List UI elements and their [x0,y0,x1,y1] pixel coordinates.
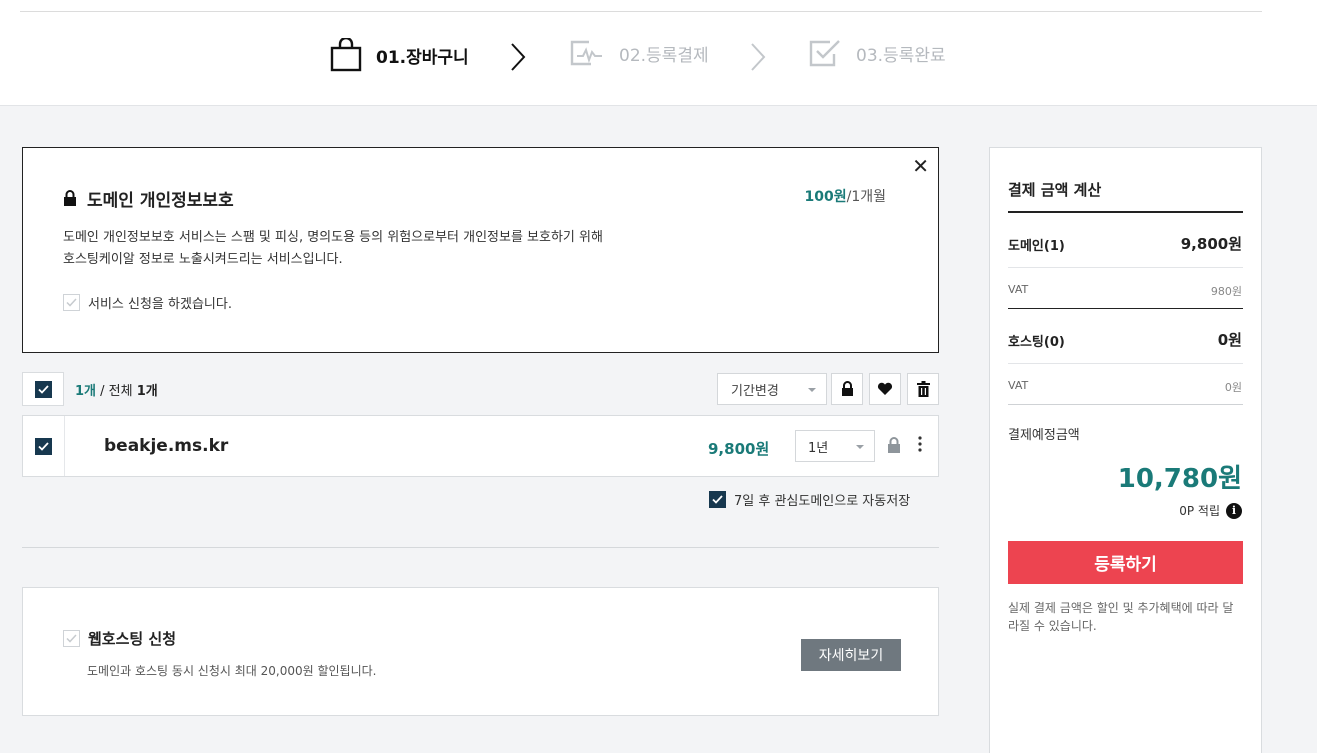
shopping-bag-icon [330,38,362,72]
step-payment: 02.등록결제 [569,38,709,68]
info-icon[interactable]: i [1226,502,1242,519]
section-divider [22,547,939,548]
chevron-down-icon [808,388,816,392]
privacy-title-text: 도메인 개인정보보호 [87,191,234,211]
chevron-right-icon [511,43,526,71]
total-count: 1개 [136,384,158,399]
lock-icon [841,381,853,396]
privacy-price-unit: /1개월 [846,189,886,205]
register-button[interactable]: 등록하기 [1008,541,1243,584]
chevron-right-icon [751,43,766,71]
points-earned: 0P 적립 i [1179,502,1242,519]
privacy-apply-checkbox[interactable]: 서비스 신청을 하겠습니다. [63,293,232,312]
hosting-value: 0원 [1217,331,1242,349]
payment-summary: 결제 금액 계산 도메인(1) 9,800원 VAT 980원 호스팅(0) 0… [989,147,1262,753]
privacy-desc-line1: 도메인 개인정보보호 서비스는 스팸 및 피싱, 명의도용 등의 위험으로부터 … [63,230,603,245]
favorite-button[interactable] [869,373,901,405]
payment-card-icon [570,40,602,66]
domain-name: beakje.ms.kr [104,436,229,456]
total-value: 10,780원 [1117,464,1242,494]
period-select[interactable]: 1년 [795,430,875,462]
step-cart: 01.장바구니 [330,38,469,72]
select-all-checkbox[interactable] [22,372,64,406]
summary-line [1008,267,1243,268]
hosting-vat-label: VAT [1008,379,1029,392]
step-complete: 03.등록완료 [808,38,946,68]
hosting-description: 도메인과 호스팅 동시 신청시 최대 20,000원 할인됩니다. [87,664,377,678]
hosting-title: 웹호스팅 신청 [88,630,177,648]
count-separator: / 전체 [96,384,137,399]
domain-vat-value: 980원 [1210,285,1242,298]
table-row: beakje.ms.kr 9,800원 1년 [22,415,939,477]
domain-price: 9,800원 [708,440,770,458]
total-label: 결제예정금액 [1008,428,1080,443]
checkbox-icon[interactable] [63,630,80,647]
delete-button[interactable] [907,373,939,405]
lock-button[interactable] [831,373,863,405]
privacy-protection-box: ✕ 도메인 개인정보보호 100원/1개월 도메인 개인정보보호 서비스는 스팸… [22,147,939,353]
step-cart-label: 01.장바구니 [376,47,469,68]
summary-note: 실제 결제 금액은 할인 및 추가혜택에 따라 달라질 수 있습니다. [1008,601,1234,633]
step-complete-label: 03.등록완료 [856,45,946,66]
privacy-apply-label: 서비스 신청을 하겠습니다. [88,297,232,312]
hosting-label: 호스팅(0) [1008,335,1065,350]
privacy-price-value: 100원 [804,189,847,205]
checkbox-icon[interactable] [709,491,726,508]
trash-icon [916,381,930,397]
heart-icon [877,382,893,395]
summary-line [1008,363,1243,364]
summary-rule [1008,211,1243,213]
privacy-description: 도메인 개인정보보호 서비스는 스팸 및 피싱, 명의도용 등의 위험으로부터 … [63,227,743,271]
checkbox-icon[interactable] [35,437,52,455]
period-value: 1년 [808,440,829,456]
lock-icon [64,190,76,206]
checkbox-icon[interactable] [34,380,52,398]
hosting-vat-value: 0원 [1224,381,1242,394]
privacy-desc-line2: 호스팅케이알 정보로 노출시켜드리는 서비스입니다. [63,252,343,267]
view-details-button[interactable]: 자세히보기 [801,639,901,671]
step-payment-label: 02.등록결제 [619,45,709,66]
autosave-label: 7일 후 관심도메인으로 자동저장 [734,494,911,509]
period-change-label: 기간변경 [731,383,779,399]
privacy-price: 100원/1개월 [805,186,887,206]
autosave-checkbox[interactable]: 7일 후 관심도메인으로 자동저장 [709,490,910,509]
check-box-icon [809,40,840,67]
domain-vat-label: VAT [1008,283,1029,296]
top-rule [20,11,1262,12]
period-change-select[interactable]: 기간변경 [717,373,827,405]
hosting-apply-checkbox[interactable]: 웹호스팅 신청 [63,628,176,649]
summary-line [1008,404,1243,405]
chevron-down-icon [856,445,864,449]
checkbox-icon[interactable] [63,294,80,311]
more-vertical-icon[interactable] [917,435,923,453]
row-checkbox-cell[interactable] [23,416,65,476]
selected-count: 1개 [75,384,97,399]
web-hosting-box: 웹호스팅 신청 도메인과 호스팅 동시 신청시 최대 20,000원 할인됩니다… [22,587,939,716]
close-icon[interactable]: ✕ [912,154,929,178]
lock-icon[interactable] [887,437,901,454]
summary-rule [1008,308,1243,309]
privacy-title: 도메인 개인정보보호 [63,186,234,211]
points-text: 0P 적립 [1179,504,1220,518]
domain-value: 9,800원 [1180,235,1242,253]
selection-count: 1개 / 전체 1개 [75,380,158,399]
summary-title: 결제 금액 계산 [1008,181,1102,199]
checkout-steps-header: 01.장바구니 02.등록결제 03.등록완료 [0,0,1317,106]
domain-label: 도메인(1) [1008,239,1065,254]
